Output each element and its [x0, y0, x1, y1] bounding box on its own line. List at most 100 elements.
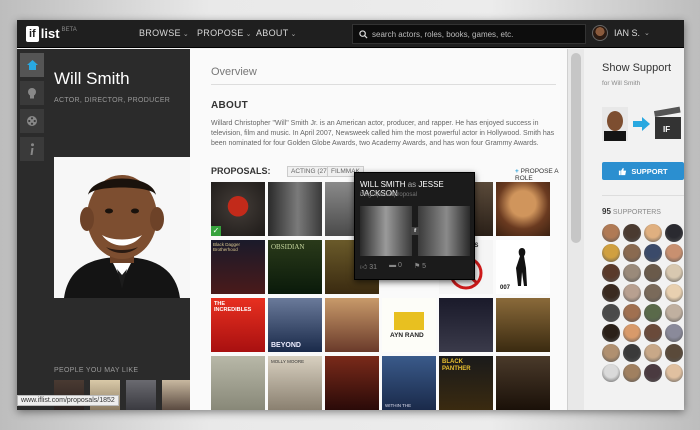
proposal-tile[interactable]: WITHIN THE [382, 356, 436, 410]
status-bar-url: www.iflist.com/proposals/1852 [17, 395, 119, 406]
proposals-heading: PROPOSALS: [211, 166, 271, 176]
svg-text:IF: IF [663, 125, 670, 134]
supporter-avatar[interactable] [623, 224, 641, 242]
supporter-avatar[interactable] [665, 244, 683, 262]
supporter-avatar[interactable] [665, 264, 683, 282]
supporters-label: SUPPORTERS [612, 209, 661, 216]
nav-propose[interactable]: PROPOSE ⌄ [197, 28, 252, 38]
beta-badge: BETA [61, 26, 77, 33]
comments-stat[interactable]: ▬ 0 [389, 262, 402, 271]
nav-about[interactable]: ABOUT ⌄ [256, 28, 297, 38]
film-tab[interactable] [20, 109, 44, 133]
proposal-tile[interactable] [211, 356, 265, 410]
supporter-avatar[interactable] [623, 344, 641, 362]
supporter-avatar[interactable] [602, 304, 620, 322]
popup-as: as [407, 180, 417, 189]
propose-role-link[interactable]: + PROPOSE A ROLE [515, 168, 567, 182]
chevron-down-icon: ⌄ [182, 31, 189, 38]
search-box[interactable] [352, 24, 586, 44]
proposal-tile[interactable]: ✓ [211, 182, 265, 236]
iflist-badge-icon: if [411, 227, 419, 235]
proposal-tile[interactable]: MOLLY MOORE [268, 356, 322, 410]
home-tab[interactable] [20, 53, 44, 77]
show-support-heading: Show Support [602, 62, 672, 74]
supporter-avatar[interactable] [623, 364, 641, 382]
popup-actor: WILL SMITH [360, 180, 406, 189]
supporter-avatar[interactable] [665, 324, 683, 342]
supporter-avatar[interactable] [644, 304, 662, 322]
proposal-tile[interactable]: 007 [496, 240, 550, 294]
search-input[interactable] [372, 29, 572, 39]
search-icon [359, 29, 368, 39]
scrollbar[interactable] [567, 49, 584, 410]
user-avatar [592, 25, 608, 41]
people-you-may-like-heading: PEOPLE YOU MAY LIKE [54, 367, 139, 374]
suggested-person[interactable] [162, 380, 192, 410]
supporter-avatar[interactable] [665, 364, 683, 382]
about-text: Willard Christopher "Will" Smith Jr. is … [211, 120, 555, 147]
supporter-avatar[interactable] [623, 304, 641, 322]
info-tab[interactable] [20, 137, 44, 161]
shares-stat[interactable]: ⚑ 5 [414, 262, 426, 271]
tile-title: OBSIDIAN [271, 243, 305, 251]
proposal-tile[interactable]: BEYOND [268, 298, 322, 352]
supporter-avatar[interactable] [623, 324, 641, 342]
supporter-avatar[interactable] [644, 324, 662, 342]
proposal-tile[interactable] [496, 182, 550, 236]
proposal-tile[interactable]: AYN RAND [382, 298, 436, 352]
supporter-avatar[interactable] [623, 284, 641, 302]
proposal-tile[interactable] [439, 298, 493, 352]
tile-title: WITHIN THE [385, 403, 412, 408]
divider [602, 195, 684, 196]
suggested-person[interactable] [126, 380, 156, 410]
proposal-tile[interactable]: BLACK PANTHER [439, 356, 493, 410]
profile-name: Will Smith [54, 69, 130, 88]
comment-icon: ▬ [389, 262, 397, 269]
scrollbar-thumb[interactable] [571, 53, 581, 243]
user-menu[interactable]: IAN S. ⌄ [592, 25, 650, 41]
supporter-avatar[interactable] [644, 344, 662, 362]
support-button[interactable]: SUPPORT [602, 162, 684, 180]
info-icon [30, 142, 34, 155]
supporter-avatar[interactable] [602, 244, 620, 262]
tile-title: THE INCREDIBLES [214, 301, 252, 313]
proposal-tile[interactable] [325, 298, 379, 352]
comments-count: 0 [398, 262, 402, 269]
supporter-avatar[interactable] [602, 264, 620, 282]
profile-icon-rail [17, 49, 47, 209]
nav-browse-label: BROWSE [139, 28, 181, 38]
proposal-tile[interactable]: OBSIDIAN [268, 240, 322, 294]
supporter-avatar[interactable] [623, 264, 641, 282]
proposal-tile[interactable]: Black Dagger Brotherhood [211, 240, 265, 294]
supporter-avatar[interactable] [665, 304, 683, 322]
supporter-avatar[interactable] [665, 344, 683, 362]
show-support-subtitle: for Will Smith [602, 80, 641, 87]
proposal-tile[interactable]: THE INCREDIBLES [211, 298, 265, 352]
proposal-tile[interactable] [325, 356, 379, 410]
tile-title: 007 [500, 285, 511, 291]
iflist-logo[interactable]: if list BETA [26, 25, 77, 42]
nav-about-label: ABOUT [256, 28, 289, 38]
support-illustration: IF [602, 93, 684, 157]
proposal-tile[interactable] [268, 182, 322, 236]
proposal-tile[interactable] [496, 298, 550, 352]
supporter-avatar[interactable] [644, 364, 662, 382]
supporter-avatar[interactable] [644, 264, 662, 282]
supporter-avatar[interactable] [602, 224, 620, 242]
supporter-avatar[interactable] [644, 284, 662, 302]
proposal-tile[interactable] [496, 356, 550, 410]
nav-browse[interactable]: BROWSE ⌄ [139, 28, 189, 38]
supporter-avatar[interactable] [623, 244, 641, 262]
supporter-avatar[interactable] [644, 224, 662, 242]
supporter-avatar[interactable] [665, 224, 683, 242]
supporter-avatar[interactable] [665, 284, 683, 302]
supporter-avatar[interactable] [602, 364, 620, 382]
checkmark-icon: ✓ [211, 226, 221, 236]
likes-stat[interactable]: 👍︎ 31 [360, 262, 377, 271]
supporter-avatar[interactable] [602, 344, 620, 362]
supporter-avatar[interactable] [602, 284, 620, 302]
supporter-avatar[interactable] [602, 324, 620, 342]
supporter-avatar[interactable] [644, 244, 662, 262]
supporters-number: 95 [602, 207, 611, 216]
ideas-tab[interactable] [20, 81, 44, 105]
